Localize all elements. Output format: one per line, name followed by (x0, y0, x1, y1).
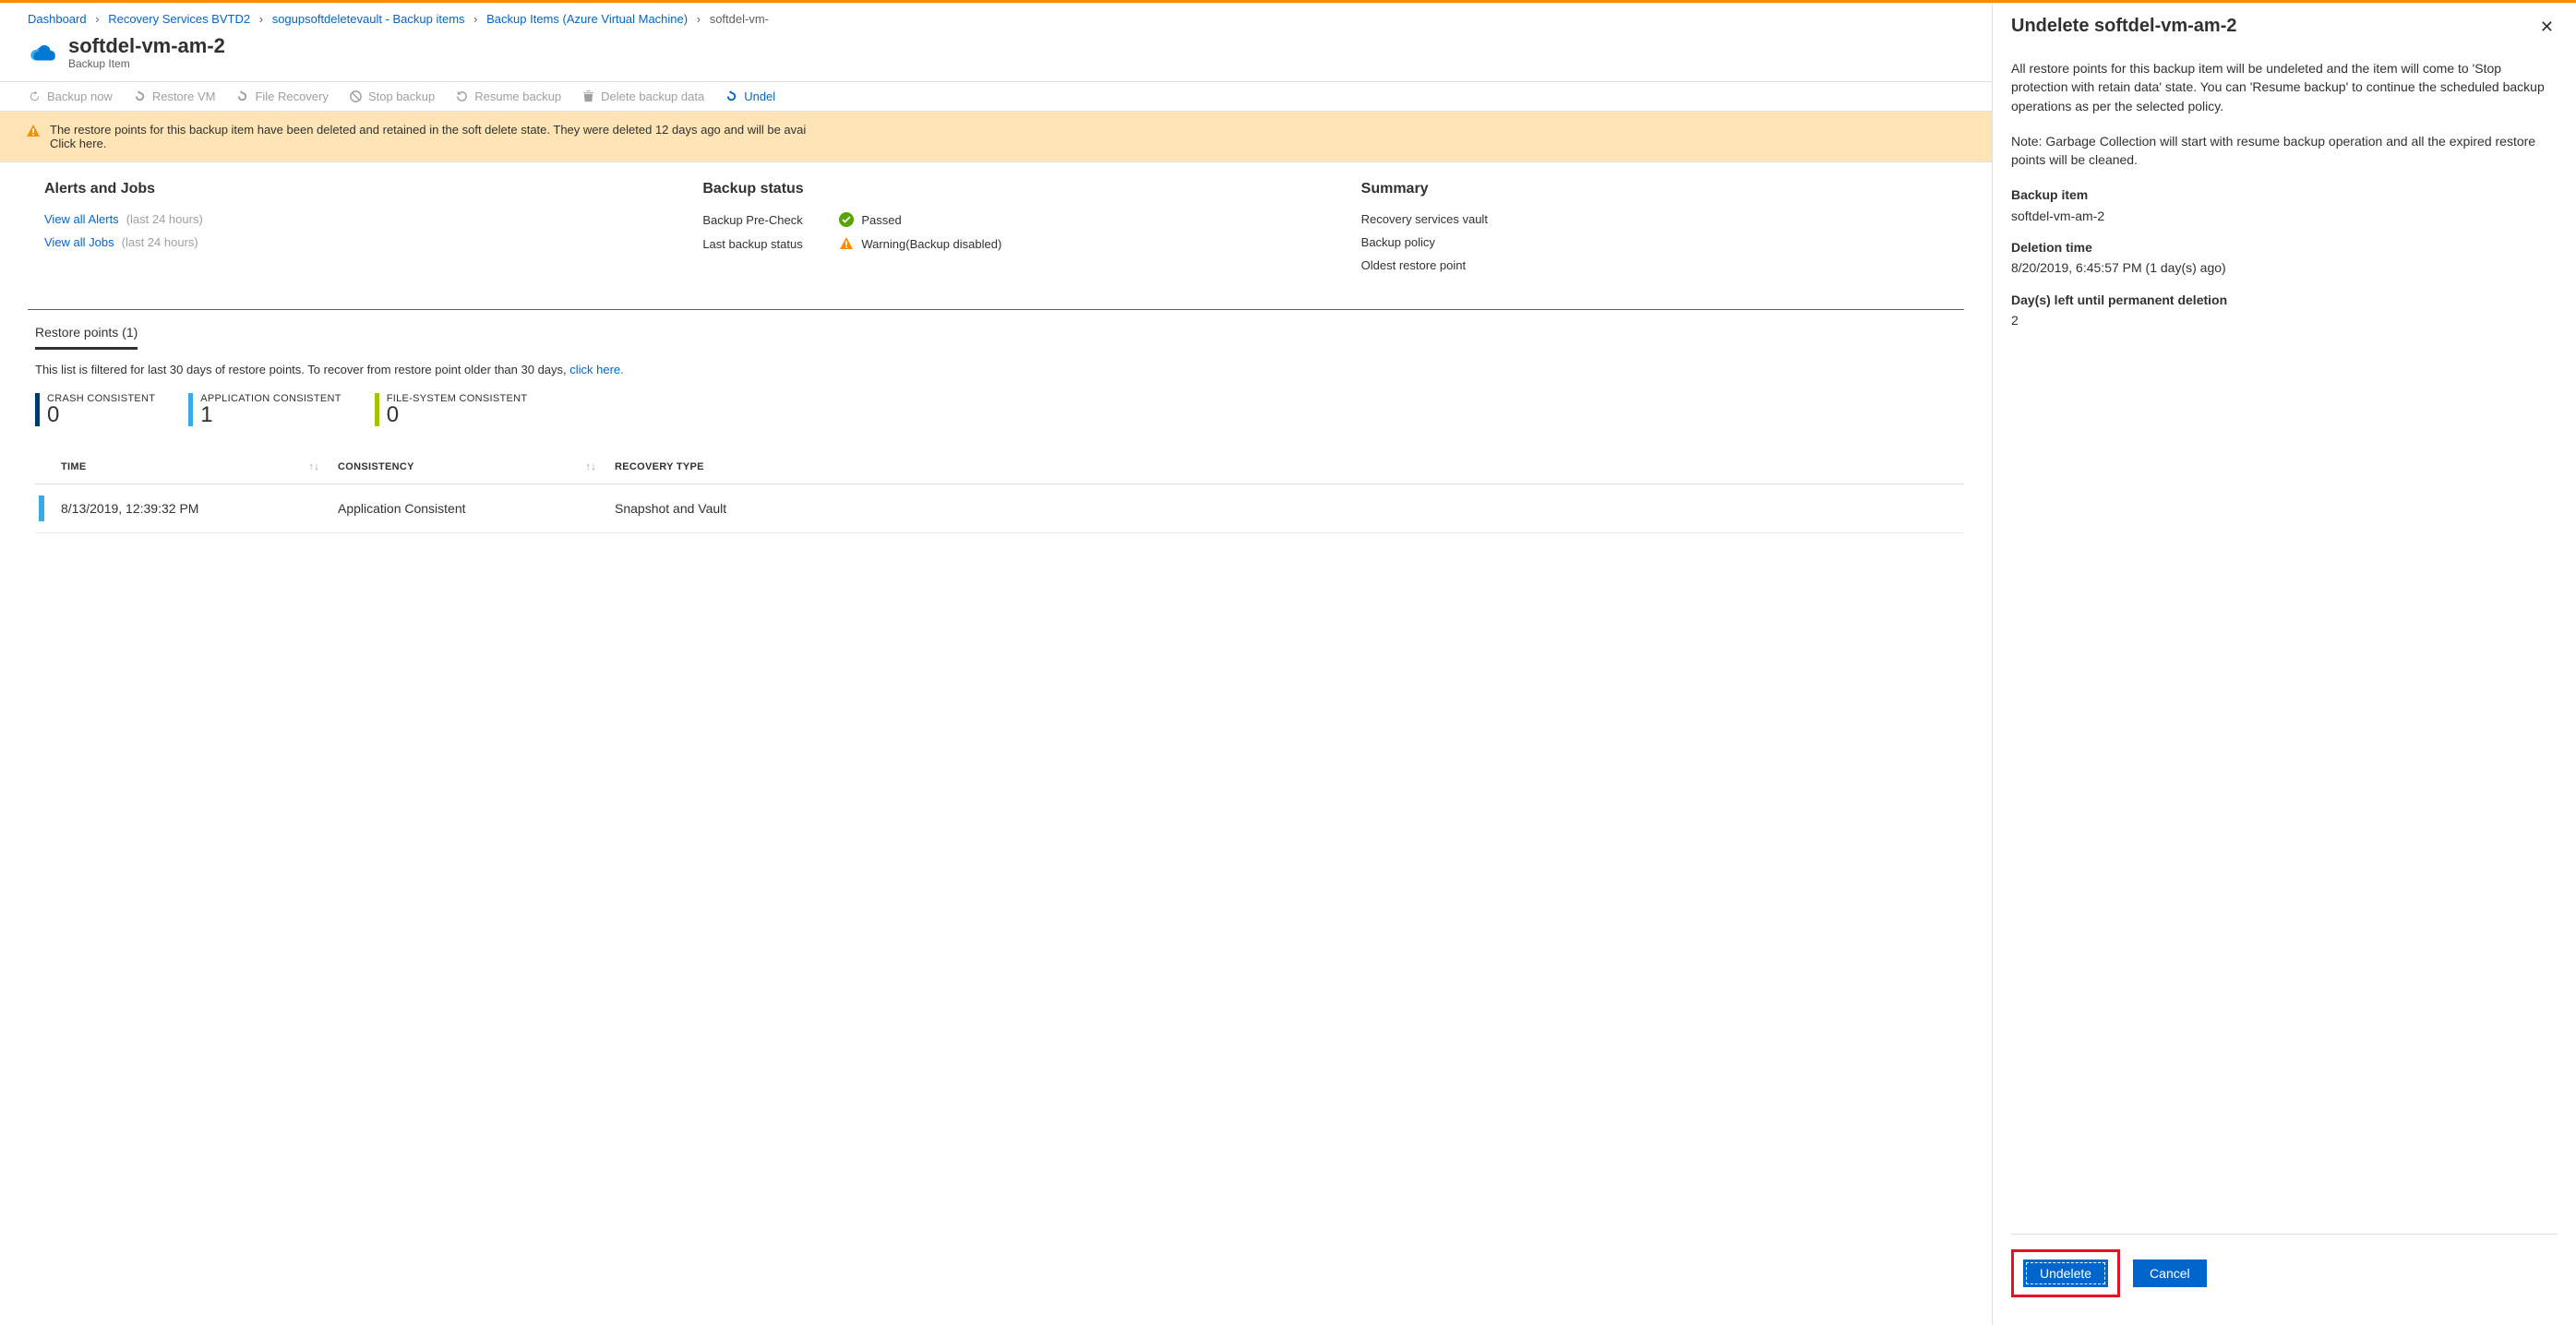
panel-description-1: All restore points for this backup item … (2011, 59, 2558, 115)
banner-text: The restore points for this backup item … (50, 123, 806, 137)
row-consistency: Application Consistent (338, 501, 615, 516)
row-consistency-indicator (39, 495, 44, 521)
page-title: softdel-vm-am-2 (68, 35, 225, 57)
resume-backup-button: Resume backup (455, 90, 561, 103)
row-time: 8/13/2019, 12:39:32 PM (61, 501, 338, 516)
last-backup-label: Last backup status (702, 237, 832, 251)
alerts-timeframe: (last 24 hours) (126, 212, 203, 226)
row-recovery: Snapshot and Vault (615, 501, 1957, 516)
backup-now-button: Backup now (28, 90, 113, 103)
banner-link[interactable]: Click here. (50, 137, 106, 150)
summary-oldest-label: Oldest restore point (1361, 258, 1466, 272)
soft-delete-warning-banner: The restore points for this backup item … (0, 112, 1992, 162)
precheck-value: Passed (861, 213, 901, 227)
summary-vault-label: Recovery services vault (1361, 212, 1488, 226)
backup-item-label: Backup item (2011, 185, 2558, 204)
tab-restore-points[interactable]: Restore points (1) (35, 325, 138, 350)
last-backup-value: Warning(Backup disabled) (861, 237, 1001, 251)
page-subtitle: Backup Item (68, 57, 225, 70)
precheck-label: Backup Pre-Check (702, 213, 832, 227)
backup-item-value: softdel-vm-am-2 (2011, 207, 2558, 225)
table-row[interactable]: 8/13/2019, 12:39:32 PM Application Consi… (35, 484, 1964, 533)
warning-icon (26, 124, 41, 138)
jobs-timeframe: (last 24 hours) (122, 235, 198, 249)
backup-status-section: Backup status Backup Pre-Check Passed La… (702, 181, 1305, 281)
toolbar: Backup now Restore VM File Recovery Stop… (0, 82, 1992, 112)
file-system-consistent-counter: FILE-SYSTEM CONSISTENT 0 (375, 393, 528, 426)
alerts-jobs-title: Alerts and Jobs (44, 181, 647, 197)
restore-points-table: TIME↑↓ CONSISTENCY↑↓ RECOVERY TYPE 8/13/… (35, 450, 1964, 533)
close-icon[interactable]: ✕ (2536, 16, 2558, 39)
filter-description: This list is filtered for last 30 days o… (0, 350, 1992, 393)
column-consistency[interactable]: CONSISTENCY (338, 461, 414, 472)
days-left-value: 2 (2011, 311, 2558, 329)
sort-icon[interactable]: ↑↓ (308, 461, 338, 472)
summary-section: Summary Recovery services vault Backup p… (1361, 181, 1964, 281)
undelete-confirm-button[interactable]: Undelete (2023, 1259, 2108, 1287)
alerts-jobs-section: Alerts and Jobs View all Alerts (last 24… (44, 181, 647, 281)
summary-policy-label: Backup policy (1361, 235, 1435, 249)
column-time[interactable]: TIME (61, 461, 86, 472)
breadcrumb-current: softdel-vm- (710, 12, 769, 26)
view-all-jobs-link[interactable]: View all Jobs (44, 235, 114, 249)
file-recovery-button: File Recovery (235, 90, 328, 103)
page-header: softdel-vm-am-2 Backup Item (0, 31, 1992, 82)
main-pane: Dashboard › Recovery Services BVTD2 › so… (0, 3, 1993, 1325)
panel-title: Undelete softdel-vm-am-2 (2011, 16, 2237, 37)
stop-backup-button: Stop backup (349, 90, 435, 103)
breadcrumb: Dashboard › Recovery Services BVTD2 › so… (0, 3, 1992, 31)
undelete-highlight: Undelete (2011, 1249, 2120, 1297)
breadcrumb-vault[interactable]: sogupsoftdeletevault - Backup items (272, 12, 465, 26)
application-consistent-counter: APPLICATION CONSISTENT 1 (188, 393, 341, 426)
backup-status-title: Backup status (702, 181, 1305, 197)
view-all-alerts-link[interactable]: View all Alerts (44, 212, 119, 226)
undelete-panel: Undelete softdel-vm-am-2 ✕ All restore p… (1993, 3, 2576, 1325)
undelete-button[interactable]: Undel (725, 90, 775, 103)
deletion-time-value: 8/20/2019, 6:45:57 PM (1 day(s) ago) (2011, 258, 2558, 277)
sort-icon[interactable]: ↑↓ (585, 461, 615, 472)
deletion-time-label: Deletion time (2011, 238, 2558, 257)
column-recovery[interactable]: RECOVERY TYPE (615, 461, 704, 472)
cancel-button[interactable]: Cancel (2133, 1259, 2207, 1287)
backup-item-icon (26, 36, 59, 69)
filter-click-here-link[interactable]: click here. (569, 363, 624, 376)
breadcrumb-recovery-services[interactable]: Recovery Services BVTD2 (108, 12, 250, 26)
days-left-label: Day(s) left until permanent deletion (2011, 291, 2558, 309)
warning-triangle-icon (839, 236, 854, 251)
crash-consistent-counter: CRASH CONSISTENT 0 (35, 393, 155, 426)
delete-backup-data-button: Delete backup data (581, 90, 704, 103)
panel-description-2: Note: Garbage Collection will start with… (2011, 132, 2558, 170)
breadcrumb-dashboard[interactable]: Dashboard (28, 12, 87, 26)
restore-vm-button: Restore VM (133, 90, 216, 103)
pass-check-icon (839, 212, 854, 227)
breadcrumb-backup-items[interactable]: Backup Items (Azure Virtual Machine) (486, 12, 688, 26)
summary-title: Summary (1361, 181, 1964, 197)
